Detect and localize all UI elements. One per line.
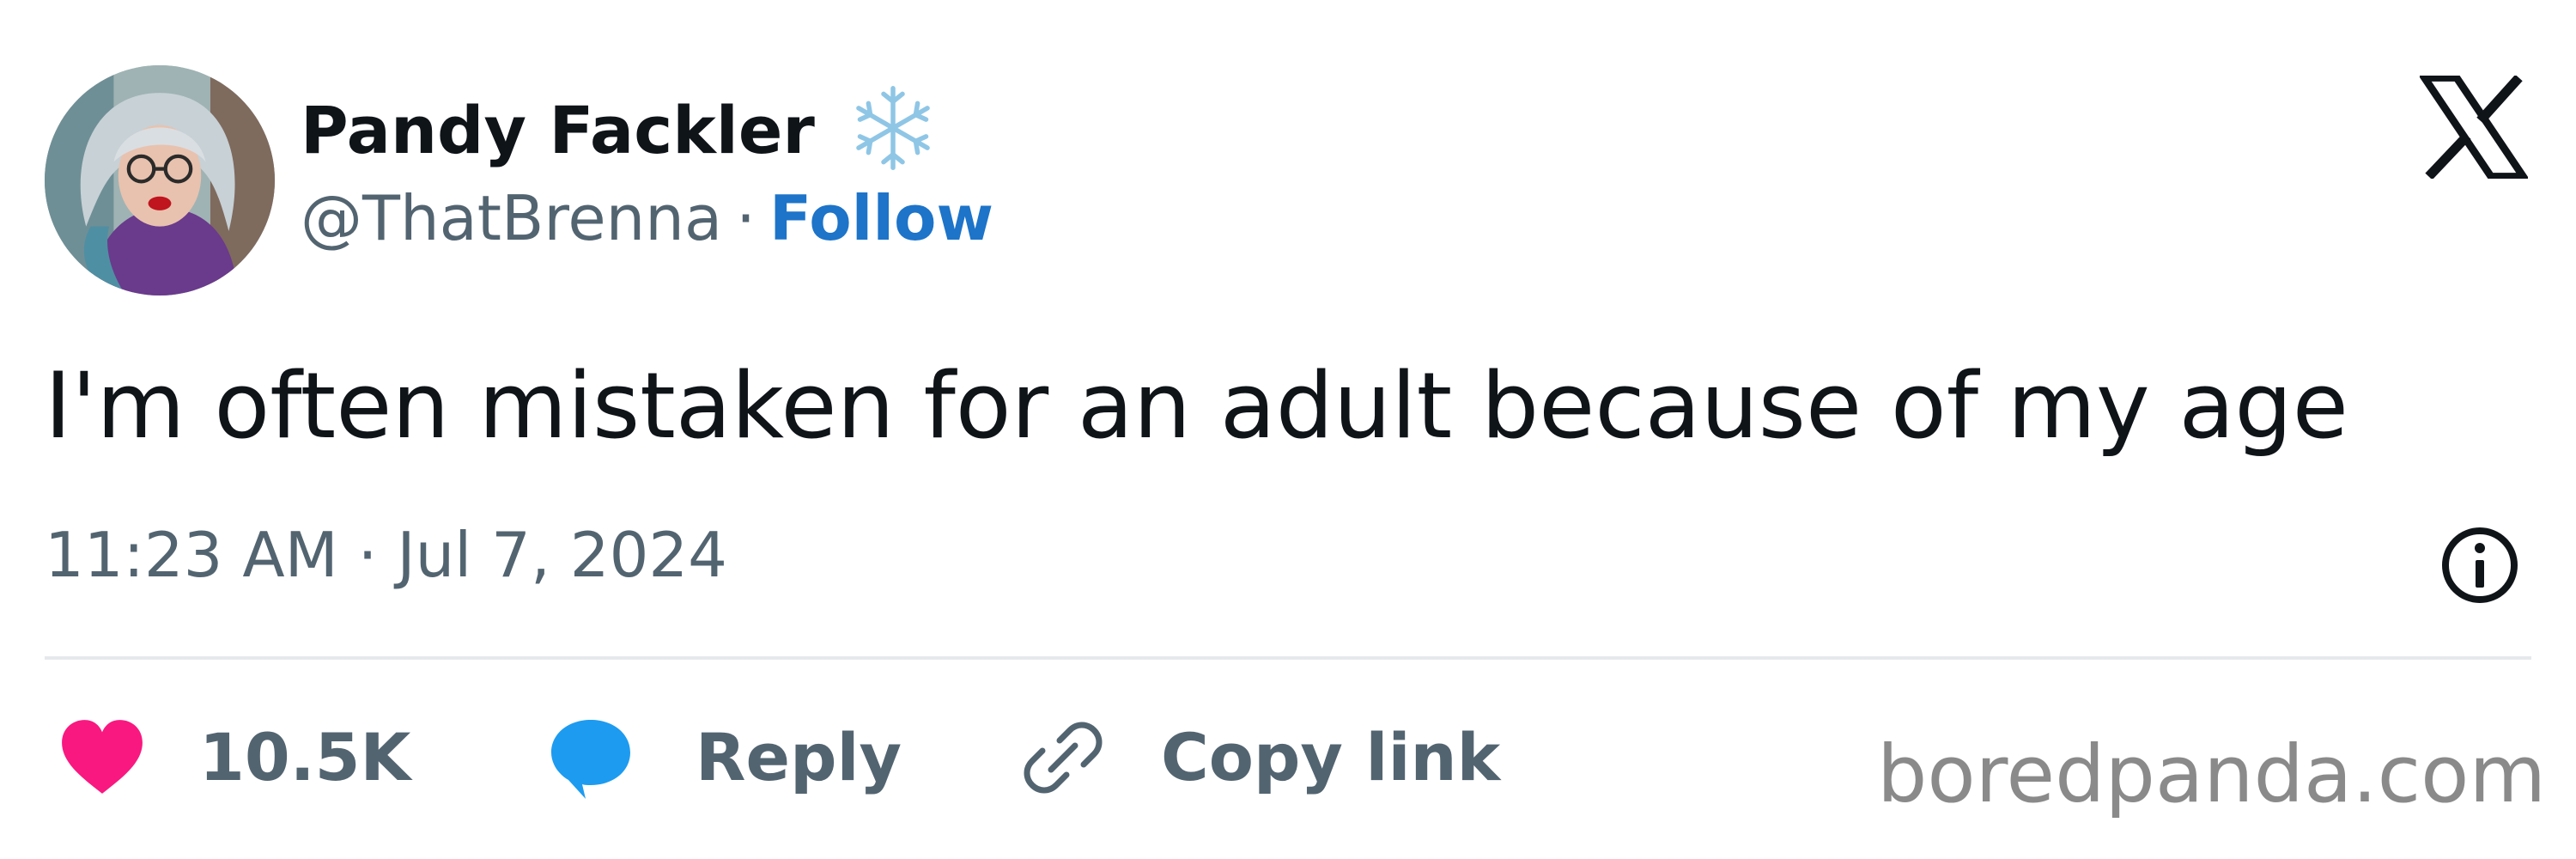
- author-name-row[interactable]: Pandy Fackler: [301, 86, 940, 175]
- info-icon[interactable]: [2437, 522, 2523, 608]
- author-handle[interactable]: @ThatBrenna: [301, 182, 722, 254]
- link-icon: [1024, 722, 1103, 794]
- reply-button[interactable]: Reply: [548, 715, 902, 801]
- tweet-text: I'm often mistaken for an adult because …: [45, 353, 2348, 459]
- tweet-timestamp[interactable]: 11:23 AM · Jul 7, 2024: [45, 524, 727, 586]
- snowflake-icon: [846, 81, 940, 175]
- reply-label: Reply: [696, 719, 902, 795]
- follow-button[interactable]: Follow: [769, 182, 993, 254]
- x-logo-icon[interactable]: [2417, 74, 2530, 180]
- author-display-name[interactable]: Pandy Fackler: [301, 98, 815, 163]
- copy-link-button[interactable]: Copy link: [1020, 715, 1500, 801]
- heart-icon: [62, 720, 143, 794]
- copy-link-label: Copy link: [1161, 719, 1501, 795]
- author-handle-row: @ThatBrenna · Follow: [301, 187, 993, 249]
- separator-dot: ·: [736, 182, 756, 254]
- avatar[interactable]: [45, 65, 275, 295]
- like-button[interactable]: 10.5K: [58, 715, 410, 801]
- divider: [45, 656, 2531, 660]
- speech-bubble-icon: [551, 720, 630, 799]
- tweet-card: Pandy Fackler @ThatBrenna · Follow I'm o…: [0, 0, 2576, 859]
- watermark: boredpanda.com: [1877, 728, 2547, 820]
- likes-count: 10.5K: [199, 719, 411, 795]
